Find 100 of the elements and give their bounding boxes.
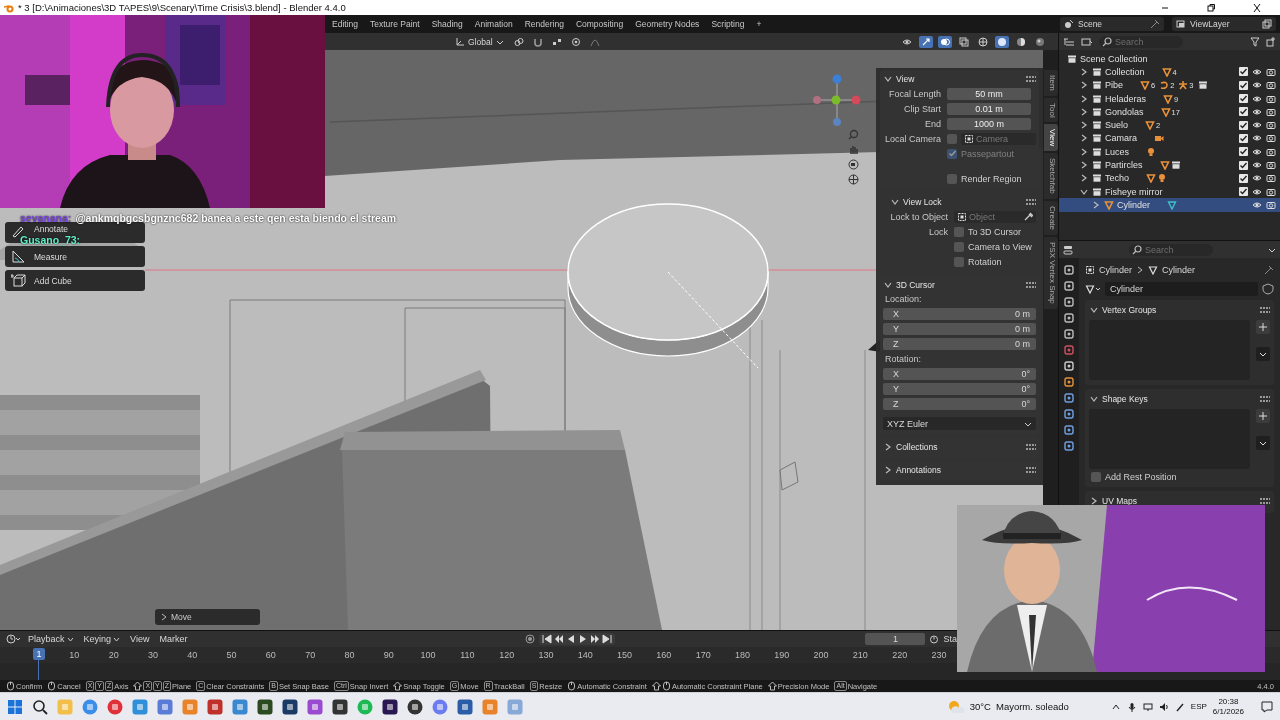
panel-header[interactable]: 3D Cursor <box>883 278 1036 292</box>
chevron-right-icon[interactable] <box>1079 106 1089 117</box>
eye-icon[interactable] <box>1252 93 1262 104</box>
chevron-right-icon[interactable] <box>1079 133 1089 144</box>
eye-icon[interactable] <box>1252 160 1262 170</box>
mesh-dropdown-icon[interactable] <box>1085 284 1101 294</box>
number-field[interactable]: 1000 m <box>947 117 1031 130</box>
material-shading-icon[interactable] <box>1016 36 1026 47</box>
chevron-right-icon[interactable] <box>1079 173 1089 184</box>
chevron-right-icon[interactable] <box>1079 80 1089 91</box>
view-layer-selector[interactable]: ViewLayer <box>1172 17 1276 31</box>
restore-icon[interactable] <box>1206 2 1216 13</box>
number-field[interactable]: Y 0 m <box>883 323 1036 335</box>
eye-icon[interactable] <box>1252 173 1262 184</box>
search-icon[interactable] <box>31 697 49 716</box>
chevron-right-icon[interactable] <box>1079 93 1089 104</box>
breadcrumb-item[interactable]: Cylinder <box>1099 265 1132 275</box>
checkbox[interactable] <box>947 133 957 144</box>
sidebar-tab[interactable]: Sketchfab <box>1043 153 1058 200</box>
eye-icon[interactable] <box>1252 133 1262 144</box>
checkbox[interactable] <box>1239 120 1248 130</box>
eye-icon[interactable] <box>1252 199 1262 210</box>
start-icon[interactable] <box>6 697 24 716</box>
camera-icon[interactable] <box>848 159 859 170</box>
eye-icon[interactable] <box>1252 66 1262 77</box>
name-field[interactable]: Cylinder <box>1105 282 1258 296</box>
workspace-tab[interactable]: Geometry Nodes <box>629 19 706 29</box>
workspace-tab[interactable]: Compositing <box>569 19 630 29</box>
outliner-row[interactable]: Partircles <box>1059 158 1280 172</box>
camera-icon[interactable] <box>1266 120 1276 131</box>
camera-icon[interactable] <box>1266 160 1276 170</box>
search-field[interactable]: Search <box>1129 243 1213 256</box>
chevron-right-icon[interactable] <box>1091 199 1101 210</box>
outliner-row[interactable]: Luces <box>1059 145 1280 159</box>
volume-icon[interactable] <box>1158 701 1169 712</box>
caret-icon[interactable] <box>1259 350 1267 358</box>
eye-icon[interactable] <box>1252 80 1262 91</box>
checkbox[interactable] <box>1239 187 1248 197</box>
checkbox[interactable] <box>1091 472 1101 482</box>
eye-icon[interactable] <box>1252 146 1262 157</box>
camera-icon[interactable] <box>1266 106 1276 117</box>
plus-icon[interactable] <box>1259 412 1267 420</box>
play-back-icon[interactable] <box>566 634 577 644</box>
app-icon[interactable] <box>381 697 399 716</box>
eye-icon[interactable] <box>1252 106 1262 117</box>
sidebar-tab[interactable]: Create <box>1043 201 1058 236</box>
menu-item[interactable]: Marker <box>157 634 190 644</box>
workspace-tab[interactable]: Texture Paint <box>364 19 426 29</box>
clock-time[interactable]: 20:38 <box>1218 696 1239 707</box>
checkbox[interactable] <box>1239 67 1248 77</box>
pen-icon[interactable] <box>1174 701 1185 712</box>
gizmo-icon[interactable] <box>921 36 931 47</box>
camera-icon[interactable] <box>1266 173 1276 184</box>
object-field[interactable]: Object <box>954 210 1036 223</box>
workspace-tab[interactable]: Editing <box>326 19 364 29</box>
monitor-icon[interactable] <box>1142 701 1153 712</box>
snap-icon[interactable] <box>551 36 562 47</box>
proportional-icon[interactable] <box>570 36 581 47</box>
frame-field[interactable]: 1 <box>865 633 926 645</box>
outliner-row[interactable]: Cylinder <box>1059 198 1280 212</box>
checkbox[interactable] <box>1239 173 1248 183</box>
camera-icon[interactable] <box>1266 133 1276 144</box>
number-field[interactable]: Y 0° <box>883 383 1036 395</box>
stopwatch-icon[interactable] <box>929 634 940 644</box>
clock-date[interactable]: 6/1/2026 <box>1212 706 1244 717</box>
checkbox[interactable] <box>1239 147 1248 157</box>
workspace-tab[interactable]: Shading <box>425 19 469 29</box>
filter-icon[interactable] <box>1250 36 1260 47</box>
panel-header[interactable]: View Lock <box>890 195 1036 209</box>
menu-item[interactable]: View <box>128 634 152 644</box>
camera-icon[interactable] <box>1266 199 1276 210</box>
number-field[interactable]: Z 0 m <box>883 338 1036 350</box>
search-field[interactable]: Search <box>1099 35 1183 48</box>
app-icon[interactable] <box>331 697 349 716</box>
jump-start-icon[interactable] <box>542 634 553 644</box>
language-indicator[interactable]: ESP <box>1190 702 1207 711</box>
outliner-row[interactable]: Techo <box>1059 171 1280 185</box>
jump-end-icon[interactable] <box>602 634 613 644</box>
workspace-tab[interactable]: Rendering <box>518 19 570 29</box>
keyframe-back-icon[interactable] <box>554 634 565 644</box>
eyedropper-icon[interactable] <box>1024 212 1033 221</box>
number-field[interactable]: X 0 m <box>883 308 1036 320</box>
wireframe-shading-icon[interactable] <box>978 36 988 47</box>
panel-header[interactable]: Vertex Groups <box>1089 303 1270 317</box>
menu-item[interactable]: Playback <box>26 634 76 644</box>
app-icon[interactable] <box>281 697 299 716</box>
panel-header[interactable]: View <box>883 72 1036 86</box>
sidebar-tab[interactable]: Item <box>1043 70 1058 96</box>
grid-icon[interactable] <box>848 174 859 185</box>
orientation-dropdown[interactable]: Global <box>452 36 507 47</box>
workspace-tab[interactable]: Animation <box>468 19 519 29</box>
camera-icon[interactable] <box>1266 146 1276 157</box>
panel-header[interactable]: Annotations <box>883 463 1036 477</box>
app-icon[interactable] <box>256 697 274 716</box>
checkbox[interactable] <box>1239 133 1248 143</box>
scene-selector[interactable]: Scene <box>1060 17 1164 31</box>
pin-icon[interactable] <box>1264 265 1274 275</box>
chevron-right-icon[interactable] <box>1079 120 1089 131</box>
close-icon[interactable] <box>1252 2 1262 13</box>
current-frame-marker[interactable]: 1 <box>33 648 45 660</box>
